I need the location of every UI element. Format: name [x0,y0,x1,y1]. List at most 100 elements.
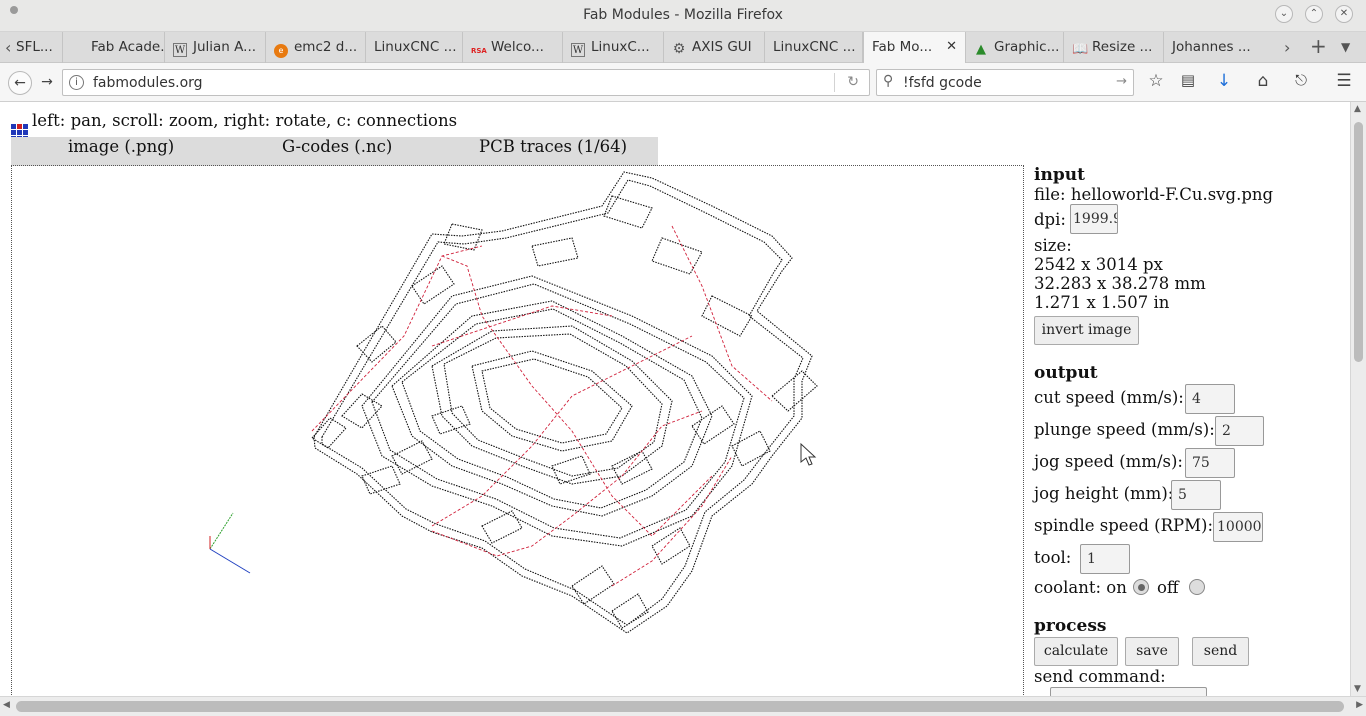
home-icon[interactable]: ⌂ [1251,71,1275,91]
coolant-off-radio[interactable] [1189,579,1205,595]
x-axis-line [209,548,251,574]
scroll-right-icon[interactable]: ▶ [1356,700,1363,710]
search-bar[interactable]: ⚲ !fsfd gcode → [876,69,1134,96]
size-in: 1.271 x 1.507 in [1034,293,1170,312]
horizontal-scrollbar[interactable]: ◀ ▶ [0,696,1366,716]
minimize-button[interactable]: ⌄ [1275,5,1293,23]
tab-label: AXIS GUI [692,39,752,55]
output-heading: output [1034,363,1098,383]
search-go-icon[interactable]: → [1116,74,1127,89]
process-heading: process [1034,616,1107,636]
browser-tab[interactable]: ⚙ AXIS GUI [664,32,765,63]
navigation-toolbar: ← → i fabmodules.org ↻ ⚲ !fsfd gcode → ☆… [0,63,1366,102]
browser-tab[interactable]: W Julian A... [165,32,266,63]
tab-label: Welco... [491,39,544,55]
plunge-speed-label: plunge speed (mm/s): [1034,420,1215,439]
tab-label: Fab Mo... [872,39,933,55]
size-mm: 32.283 x 38.278 mm [1034,274,1206,293]
tab-label: Julian A... [193,39,257,55]
input-heading: input [1034,165,1085,185]
browser-tab[interactable]: 📖 Resize ... [1064,32,1164,63]
send-button[interactable]: send [1192,637,1249,666]
scroll-tabs-left-icon[interactable]: ‹ [5,38,11,57]
dpi-input[interactable]: 1999.9 [1070,204,1118,234]
browser-tab[interactable]: Johannes ... [1164,32,1272,63]
save-button[interactable]: save [1125,637,1179,666]
calculate-button[interactable]: calculate [1034,637,1118,666]
browser-tab[interactable]: e emc2 d... [266,32,366,63]
spindle-speed-input[interactable]: 10000 [1213,512,1263,542]
tab-label: Graphic... [994,39,1060,55]
tab-label: emc2 d... [294,39,358,55]
tab-strip: ‹ SFL... Fab Acade... W Julian A... e emc2… [0,32,1366,64]
module-tab-process[interactable]: PCB traces (1/64) [479,137,627,156]
dpi-label: dpi: [1034,210,1066,229]
browser-tab[interactable]: SFL... [16,32,63,63]
cut-speed-input[interactable]: 4 [1185,384,1235,414]
coolant-on-radio[interactable] [1133,579,1149,595]
tab-label: LinuxCNC ... [773,39,856,55]
horizontal-scroll-thumb[interactable] [16,701,1344,712]
url-bar[interactable]: i fabmodules.org ↻ [62,69,870,96]
scroll-down-icon[interactable]: ▼ [1354,684,1361,694]
jog-height-label: jog height (mm): [1034,484,1174,503]
reload-icon[interactable]: ↻ [847,74,859,90]
book-icon: 📖 [1072,42,1089,57]
tool-label: tool: [1034,548,1072,567]
close-tab-icon[interactable]: ✕ [946,39,957,54]
list-all-tabs-icon[interactable]: ▼ [1341,40,1350,54]
jog-speed-input[interactable]: 75 [1185,448,1235,478]
axis-gizmo [209,512,251,574]
close-window-button[interactable]: ✕ [1335,5,1353,23]
tab-label: LinuxC... [591,39,650,55]
vertical-scroll-thumb[interactable] [1354,122,1363,362]
toolpath-viewer[interactable] [11,165,1024,696]
jog-height-input[interactable]: 5 [1171,480,1221,510]
send-command-input[interactable] [1050,687,1207,696]
info-icon[interactable]: i [69,75,84,90]
invert-image-button[interactable]: invert image [1034,316,1139,345]
browser-tab[interactable]: LinuxCNC ... [366,32,463,63]
search-icon: ⚲ [883,73,894,89]
pocket-icon[interactable]: ⎋ [1289,71,1313,89]
bookmark-star-icon[interactable]: ☆ [1144,71,1168,91]
browser-tab-active[interactable]: Fab Mo... ✕ [863,32,966,64]
scroll-tabs-right-icon[interactable]: › [1284,38,1290,57]
file-label: file: [1034,185,1066,204]
module-tab-output[interactable]: G-codes (.nc) [282,137,392,156]
browser-tab[interactable]: RSA Welco... [463,32,563,63]
tab-label: Johannes ... [1172,39,1251,55]
menu-icon[interactable]: ☰ [1332,71,1356,91]
browser-tab[interactable]: Fab Acade... [63,32,165,63]
reading-list-icon[interactable]: ▤ [1176,71,1200,89]
url-separator [834,73,835,92]
gear-icon: ⚙ [672,41,686,57]
url-text[interactable]: fabmodules.org [93,75,203,91]
cut-speed-label: cut speed (mm/s): [1034,388,1184,407]
browser-tab[interactable]: W LinuxC... [563,32,664,63]
coolant-off-label: off [1157,578,1179,597]
browser-tab[interactable]: LinuxCNC ... [765,32,863,63]
download-icon[interactable]: ↓ [1212,71,1236,91]
window-titlebar: Fab Modules - Mozilla Firefox ⌄ ⌃ ✕ [0,0,1366,32]
scroll-up-icon[interactable]: ▲ [1354,104,1361,114]
toolpath-canvas[interactable] [12,166,1025,696]
search-input[interactable]: !fsfd gcode [903,75,982,91]
window-title: Fab Modules - Mozilla Firefox [583,7,783,23]
plunge-speed-input[interactable]: 2 [1215,416,1264,446]
maximize-button[interactable]: ⌃ [1305,5,1323,23]
module-tab-input[interactable]: image (.png) [68,137,174,156]
tab-label: SFL... [16,39,53,55]
back-icon[interactable]: ← [8,71,32,95]
page-content: left: pan, scroll: zoom, right: rotate, … [0,102,1350,696]
vertical-scrollbar[interactable]: ▲ ▼ [1350,102,1366,696]
tool-input[interactable]: 1 [1080,544,1130,574]
file-row: file: helloworld-F.Cu.svg.png [1034,185,1273,204]
scroll-left-icon[interactable]: ◀ [3,700,10,710]
emc-icon: e [274,44,288,58]
new-tab-icon[interactable]: + [1310,34,1327,58]
tab-label: Fab Acade... [91,39,165,55]
forward-icon[interactable]: → [35,71,59,95]
browser-tab[interactable]: ▲ Graphic... [966,32,1064,63]
controls-hint-text: left: pan, scroll: zoom, right: rotate, … [32,111,458,130]
